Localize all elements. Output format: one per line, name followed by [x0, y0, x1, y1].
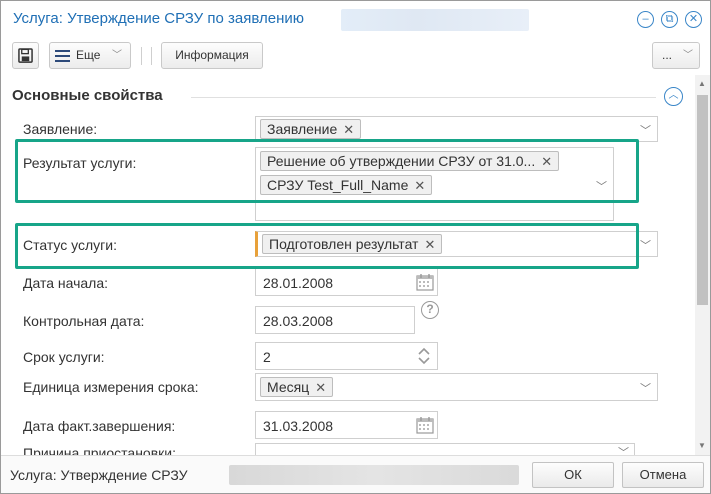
application-tag: Заявление ✕ [260, 119, 362, 139]
application-tag-text: Заявление [267, 121, 338, 137]
overflow-menu-button[interactable]: ... ﹀ [652, 42, 700, 69]
service-status-tag-text: Подготовлен результат [269, 236, 419, 252]
minimize-icon[interactable]: – [637, 11, 654, 28]
start-date-label: Дата начала: [23, 275, 109, 291]
suspension-reason-field[interactable]: ﹀ [255, 443, 635, 455]
service-result-field[interactable]: Решение об утверждении СРЗУ от 31.0... ✕ … [255, 147, 614, 221]
control-date-field[interactable]: 28.03.2008 [255, 306, 415, 334]
control-date-value: 28.03.2008 [263, 313, 334, 329]
scroll-down-icon[interactable]: ▼ [698, 441, 706, 450]
control-date-label: Контрольная дата: [23, 313, 145, 329]
suspension-reason-label: Причина приостановки: [23, 445, 176, 455]
chevron-down-icon[interactable]: ﹀ [640, 380, 651, 396]
service-term-label: Срок услуги: [23, 349, 105, 365]
actual-end-date-field[interactable]: 31.03.2008 [255, 411, 438, 439]
toolbar: Еще ﹀ Информация ... ﹀ [1, 39, 710, 73]
toolbar-separator [141, 47, 142, 65]
vertical-scrollbar[interactable]: ▲ ▼ [695, 75, 710, 455]
info-button[interactable]: Информация [161, 42, 263, 69]
stepper-arrows-icon[interactable] [417, 346, 431, 366]
actual-end-date-value: 31.03.2008 [263, 418, 334, 434]
service-result-tag-text: Решение об утверждении СРЗУ от 31.0... [267, 153, 536, 169]
chevron-down-icon[interactable]: ﹀ [640, 237, 651, 253]
toolbar-separator [151, 47, 152, 65]
term-unit-label: Единица измерения срока: [23, 379, 199, 395]
remove-tag-icon[interactable]: ✕ [414, 178, 425, 193]
scrollbar-thumb[interactable] [697, 95, 708, 305]
chevron-down-icon[interactable]: ﹀ [596, 178, 607, 194]
actual-end-date-label: Дата факт.завершения: [23, 418, 176, 434]
service-term-stepper[interactable]: 2 [255, 342, 438, 370]
footer-status-text: Услуга: Утверждение СРЗУ [10, 467, 188, 483]
dialog-window: Услуга: Утверждение СРЗУ по заявлению – … [0, 0, 711, 494]
restore-icon[interactable]: ⧉ [661, 11, 678, 28]
help-icon[interactable]: ? [421, 301, 439, 319]
service-result-tag-text: СРЗУ Test_Full_Name [267, 177, 409, 193]
service-status-label: Статус услуги: [23, 237, 117, 253]
section-divider [191, 97, 656, 98]
start-date-value: 28.01.2008 [263, 275, 334, 291]
service-result-label: Результат услуги: [23, 155, 137, 171]
remove-tag-icon[interactable]: ✕ [424, 237, 435, 252]
remove-tag-icon[interactable]: ✕ [315, 380, 326, 395]
form-content: Основные свойства ︿ Заявление: Заявление… [1, 75, 694, 455]
remove-tag-icon[interactable]: ✕ [541, 154, 552, 169]
footer-redacted-area [229, 465, 519, 485]
service-result-tag: Решение об утверждении СРЗУ от 31.0... ✕ [260, 151, 560, 171]
scroll-up-icon[interactable]: ▲ [698, 79, 706, 88]
title-bar: Услуга: Утверждение СРЗУ по заявлению – … [1, 1, 710, 37]
more-menu-label: Еще [76, 48, 101, 62]
chevron-down-icon[interactable]: ﹀ [618, 444, 629, 455]
footer-bar: Услуга: Утверждение СРЗУ ОК Отмена [1, 455, 710, 493]
save-button[interactable] [12, 42, 39, 69]
title-redacted-area [341, 9, 529, 31]
application-field[interactable]: Заявление ✕ ﹀ [255, 116, 658, 142]
window-title: Услуга: Утверждение СРЗУ по заявлению [13, 10, 304, 27]
service-term-value: 2 [263, 349, 271, 365]
chevron-down-icon: ﹀ [112, 50, 122, 61]
term-unit-field[interactable]: Месяц ✕ ﹀ [255, 373, 658, 401]
ok-button[interactable]: ОК [532, 462, 614, 488]
hamburger-icon [55, 50, 70, 62]
service-result-tag: СРЗУ Test_Full_Name ✕ [260, 175, 433, 195]
term-unit-tag: Месяц ✕ [260, 377, 334, 397]
calendar-icon[interactable] [415, 415, 435, 435]
cancel-button[interactable]: Отмена [622, 462, 704, 488]
calendar-icon[interactable] [415, 272, 435, 292]
application-label: Заявление: [23, 121, 98, 137]
chevron-down-icon: ﹀ [683, 50, 693, 61]
close-icon[interactable]: ✕ [685, 11, 702, 28]
collapse-icon[interactable]: ︿ [664, 87, 683, 106]
chevron-down-icon[interactable]: ﹀ [640, 122, 651, 138]
section-title: Основные свойства [12, 87, 163, 104]
service-status-field[interactable]: Подготовлен результат ✕ ﹀ [255, 231, 658, 257]
save-icon [18, 48, 33, 63]
overflow-label: ... [662, 48, 673, 62]
remove-tag-icon[interactable]: ✕ [343, 122, 354, 137]
service-status-tag: Подготовлен результат ✕ [262, 234, 443, 254]
more-menu-button[interactable]: Еще ﹀ [49, 42, 131, 69]
start-date-field[interactable]: 28.01.2008 [255, 268, 438, 296]
term-unit-tag-text: Месяц [267, 379, 310, 395]
